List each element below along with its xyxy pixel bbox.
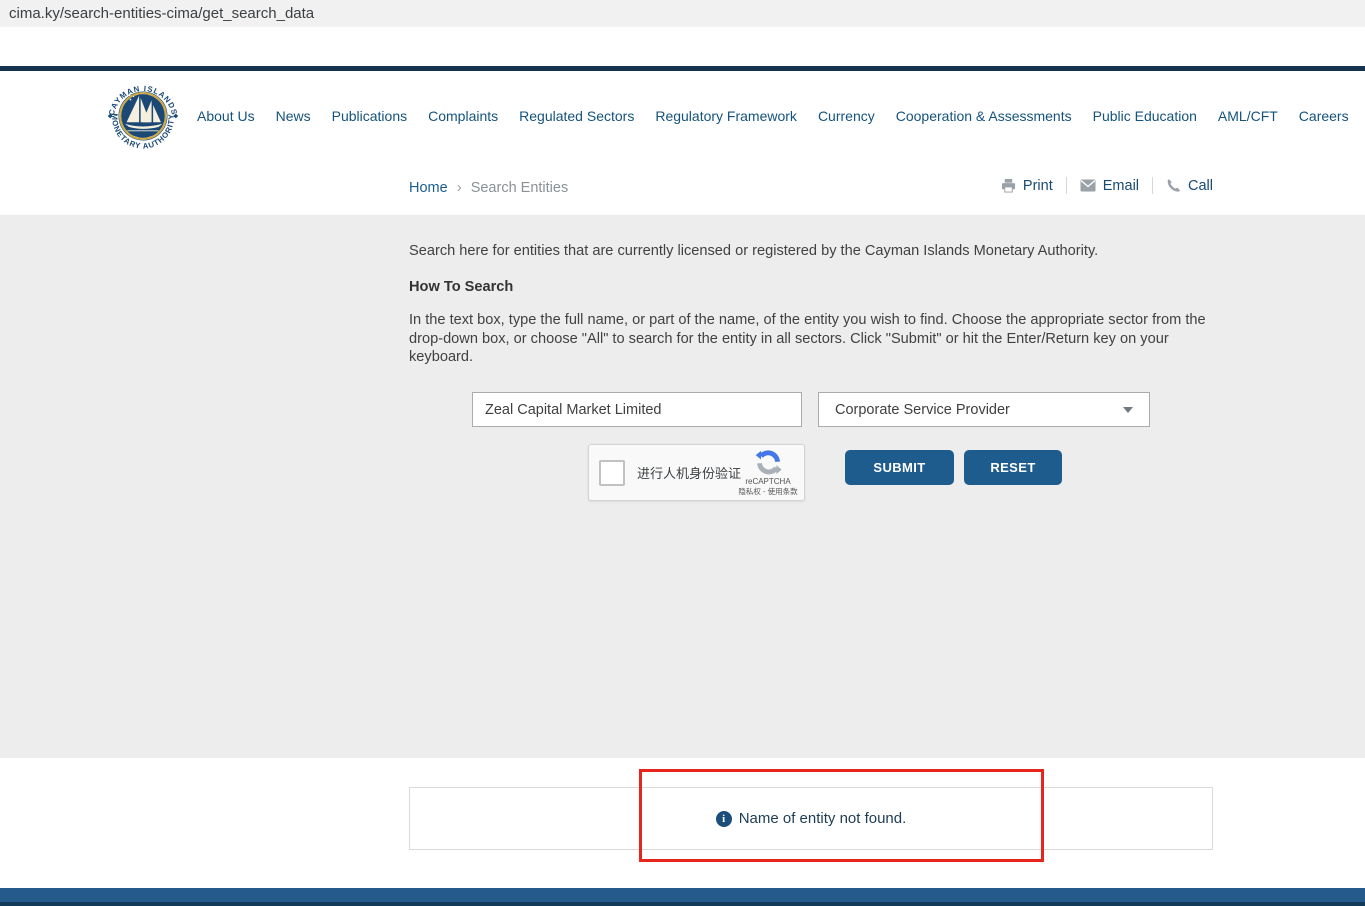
page: cima.ky/search-entities-cima/get_search_… <box>0 0 1365 906</box>
cima-logo[interactable]: CAYMAN ISLANDS MONETARY AUTHORITY <box>104 77 182 155</box>
results-section: i Name of entity not found. <box>0 758 1365 888</box>
nav-item-currency[interactable]: Currency <box>818 108 875 124</box>
reset-button[interactable]: RESET <box>964 450 1062 485</box>
call-button[interactable]: Call <box>1166 178 1213 194</box>
sector-dropdown[interactable]: Corporate Service Provider <box>818 392 1150 427</box>
main-nav: About Us News Publications Complaints Re… <box>197 107 1365 124</box>
nav-item-careers[interactable]: Careers <box>1299 108 1349 124</box>
header-spacer <box>0 27 1365 66</box>
nav-item-public-education[interactable]: Public Education <box>1093 108 1197 124</box>
chevron-down-icon <box>1123 406 1133 413</box>
page-actions: Print Email Call <box>1001 177 1213 194</box>
breadcrumb-current: Search Entities <box>470 179 569 196</box>
breadcrumb-home-link[interactable]: Home <box>409 180 448 196</box>
breadcrumb: Home › Search Entities <box>409 179 568 196</box>
action-divider <box>1065 177 1067 194</box>
print-button[interactable]: Print <box>1001 178 1053 194</box>
entity-name-input[interactable] <box>472 392 802 427</box>
browser-url-bar[interactable]: cima.ky/search-entities-cima/get_search_… <box>0 0 1365 27</box>
submit-button[interactable]: SUBMIT <box>845 450 954 485</box>
not-found-message: i Name of entity not found. <box>715 810 907 827</box>
sector-dropdown-value: Corporate Service Provider <box>835 401 1010 418</box>
how-to-search-body: In the text box, type the full name, or … <box>409 312 1206 365</box>
nav-item-regulated-sectors[interactable]: Regulated Sectors <box>519 108 634 124</box>
search-form: Corporate Service Provider <box>472 392 1150 427</box>
action-divider <box>1152 177 1154 194</box>
intro-text: Search here for entities that are curren… <box>409 243 1099 259</box>
recaptcha-widget: 进行人机身份验证 reCAPTCHA 隐私权 - 使用条款 <box>588 444 805 501</box>
breadcrumb-separator-icon: › <box>456 179 462 196</box>
nav-item-publications[interactable]: Publications <box>332 108 408 124</box>
recaptcha-checkbox[interactable] <box>599 459 625 486</box>
email-button[interactable]: Email <box>1080 178 1139 194</box>
nav-item-news[interactable]: News <box>276 108 311 124</box>
nav-item-cooperation-assessments[interactable]: Cooperation & Assessments <box>896 108 1072 124</box>
footer-bar <box>0 888 1365 906</box>
not-found-text: Name of entity not found. <box>738 810 907 827</box>
site-header: CAYMAN ISLANDS MONETARY AUTHORITY About … <box>0 71 1365 215</box>
nav-item-complaints[interactable]: Complaints <box>428 108 498 124</box>
envelope-icon <box>1080 179 1096 192</box>
search-entities-section: Search here for entities that are curren… <box>0 215 1365 758</box>
info-icon: i <box>715 810 732 827</box>
call-label: Call <box>1188 177 1213 194</box>
form-buttons: SUBMIT RESET <box>845 450 1062 485</box>
print-label: Print <box>1022 177 1053 194</box>
recaptcha-logo-icon <box>755 449 782 474</box>
recaptcha-label: 进行人机身份验证 <box>637 466 742 481</box>
recaptcha-branding: reCAPTCHA 隐私权 - 使用条款 <box>738 449 798 497</box>
browser-url-text: cima.ky/search-entities-cima/get_search_… <box>9 5 315 22</box>
recaptcha-terms-link[interactable]: 隐私权 - 使用条款 <box>738 486 797 497</box>
email-label: Email <box>1102 177 1140 194</box>
recaptcha-brand-text: reCAPTCHA <box>745 476 791 486</box>
how-to-search-title: How To Search <box>409 279 514 295</box>
printer-icon <box>1001 178 1015 193</box>
results-panel: i Name of entity not found. <box>409 787 1213 850</box>
phone-icon <box>1167 179 1180 192</box>
nav-item-about-us[interactable]: About Us <box>197 108 255 124</box>
nav-item-aml-cft[interactable]: AML/CFT <box>1218 108 1278 124</box>
nav-item-regulatory-framework[interactable]: Regulatory Framework <box>655 108 797 124</box>
